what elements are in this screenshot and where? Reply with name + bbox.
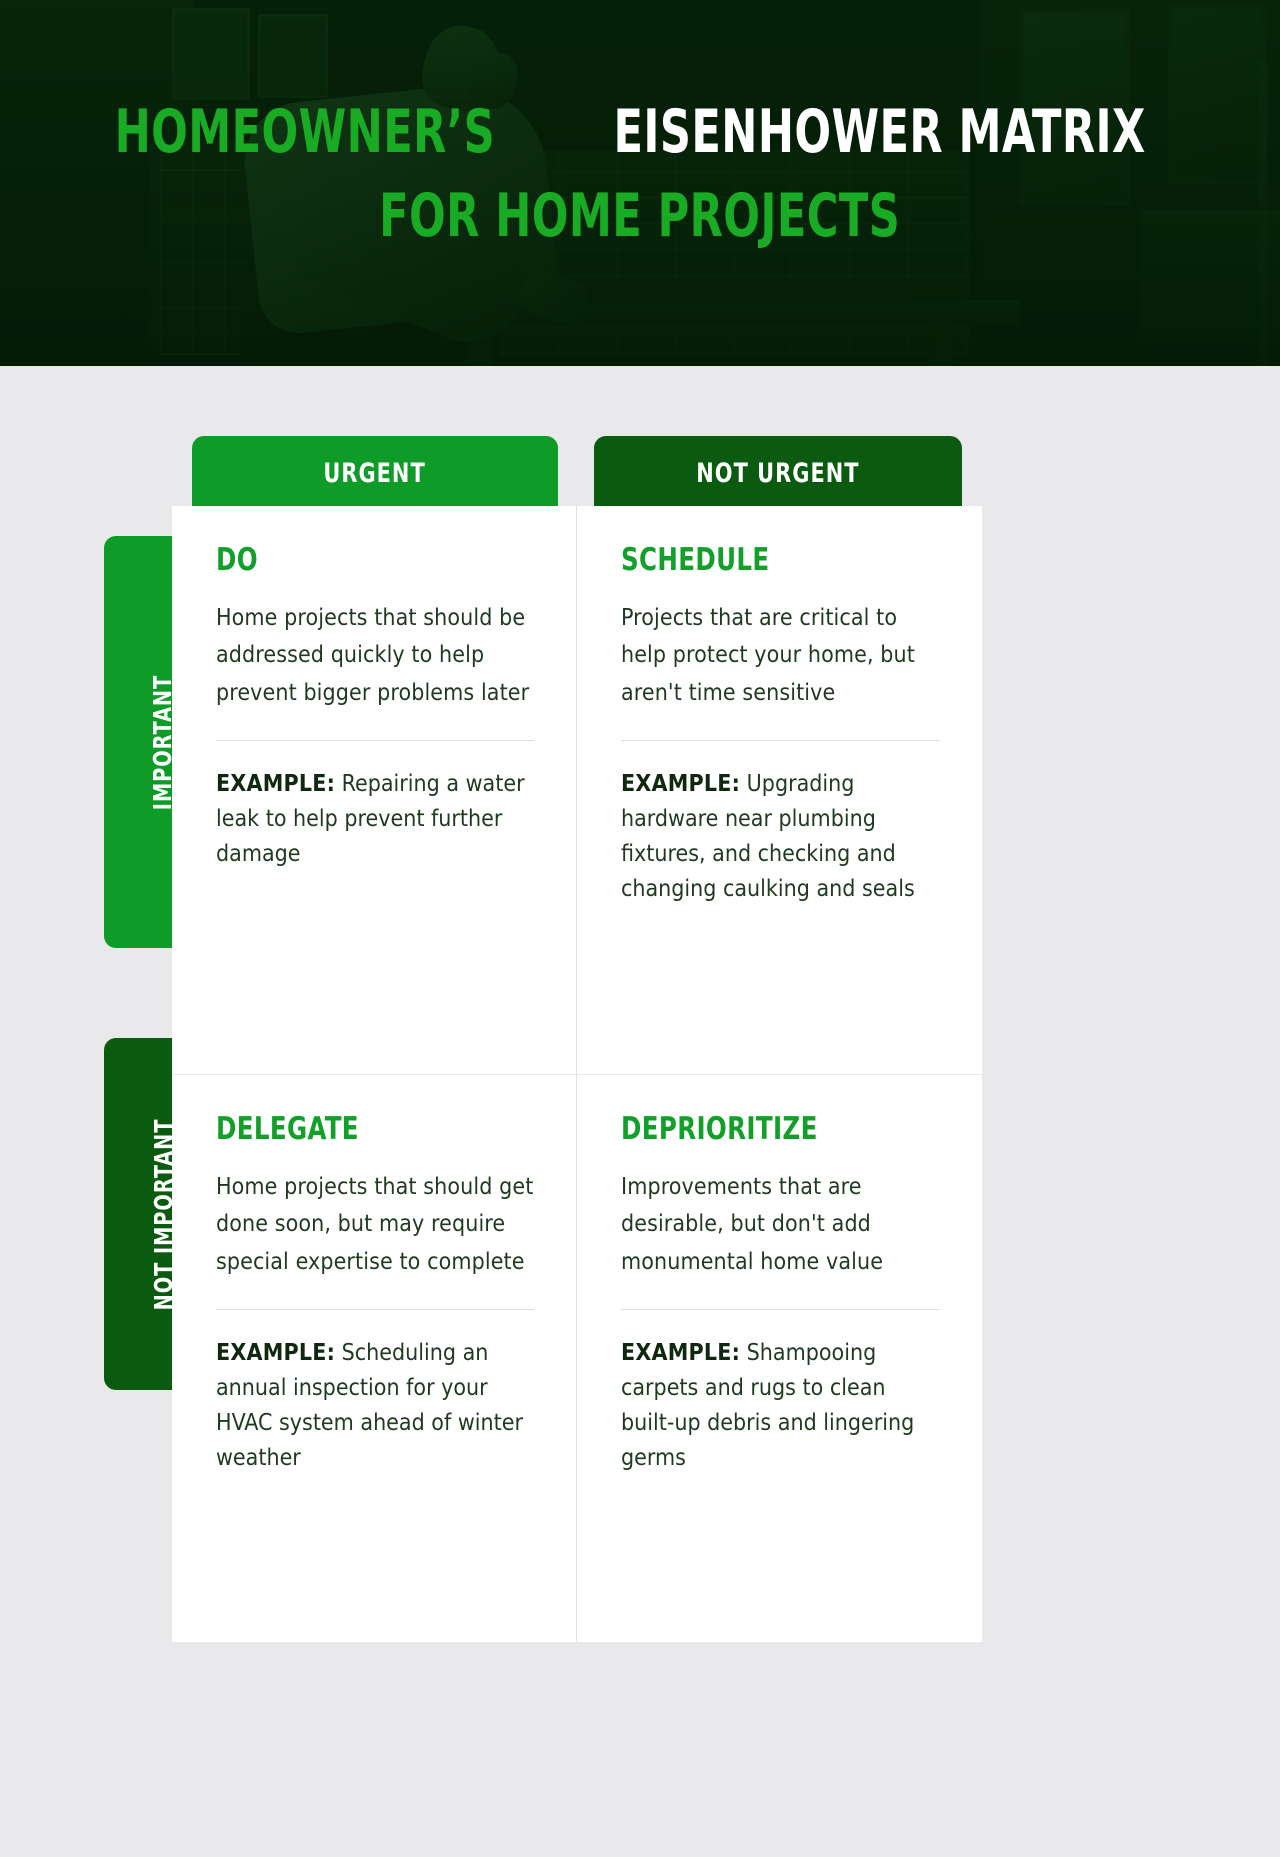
quadrant-deprioritize-body: Improvements that are desirable, but don…: [621, 1174, 884, 1275]
matrix-card: DO Home projects that should be addresse…: [172, 506, 982, 1642]
column-header-not-urgent-label: NOT URGENT: [696, 457, 860, 489]
quadrant-do-body: Home projects that should be addressed q…: [216, 605, 530, 706]
title-eisenhower-matrix: EISENHOWER MATRIX: [613, 97, 1147, 167]
quadrant-delegate-divider: [216, 1308, 534, 1310]
quadrant-do-example-label: EXAMPLE:: [216, 770, 336, 797]
eisenhower-matrix: URGENT NOT URGENT IMPORTANT NOT IMPORTAN…: [0, 366, 1280, 1857]
quadrant-delegate: DELEGATE Home projects that should get d…: [172, 1074, 577, 1642]
quadrant-deprioritize-divider: [621, 1308, 940, 1310]
quadrant-do-divider: [216, 739, 534, 741]
title-homeowners: HOMEOWNER’S: [114, 97, 496, 167]
quadrant-schedule-example-label: EXAMPLE:: [621, 770, 741, 797]
quadrant-do: DO Home projects that should be addresse…: [172, 506, 577, 1074]
quadrant-delegate-example: EXAMPLE: Scheduling an annual inspection…: [216, 1336, 534, 1476]
quadrant-do-example: EXAMPLE: Repairing a water leak to help …: [216, 767, 534, 872]
quadrant-delegate-title: DELEGATE: [216, 1111, 359, 1147]
quadrant-schedule-body: Projects that are critical to help prote…: [621, 605, 915, 706]
column-header-not-urgent: NOT URGENT: [594, 436, 962, 510]
quadrant-schedule-example: EXAMPLE: Upgrading hardware near plumbin…: [621, 767, 940, 907]
quadrant-schedule: SCHEDULE Projects that are critical to h…: [577, 506, 982, 1074]
quadrant-schedule-title: SCHEDULE: [621, 542, 770, 578]
title-line-2: FOR HOME PROJECTS: [0, 180, 1280, 251]
title-for-home-projects: FOR HOME PROJECTS: [379, 180, 901, 251]
quadrant-delegate-example-label: EXAMPLE:: [216, 1339, 336, 1366]
quadrant-schedule-divider: [621, 739, 940, 741]
column-header-urgent: URGENT: [192, 436, 558, 510]
quadrant-deprioritize: DEPRIORITIZE Improvements that are desir…: [577, 1074, 982, 1642]
quadrant-deprioritize-title: DEPRIORITIZE: [621, 1111, 818, 1147]
quadrant-deprioritize-example-label: EXAMPLE:: [621, 1339, 741, 1366]
column-header-urgent-label: URGENT: [323, 457, 427, 489]
hero-banner: HOMEOWNER’S EISENHOWER MATRIX FOR HOME P…: [0, 0, 1280, 366]
page-title: HOMEOWNER’S EISENHOWER MATRIX FOR HOME P…: [0, 97, 1280, 251]
quadrant-do-title: DO: [216, 542, 258, 578]
title-line-1: HOMEOWNER’S EISENHOWER MATRIX: [0, 97, 1280, 167]
quadrant-delegate-body: Home projects that should get done soon,…: [216, 1174, 534, 1275]
quadrant-deprioritize-example: EXAMPLE: Shampooing carpets and rugs to …: [621, 1336, 940, 1476]
